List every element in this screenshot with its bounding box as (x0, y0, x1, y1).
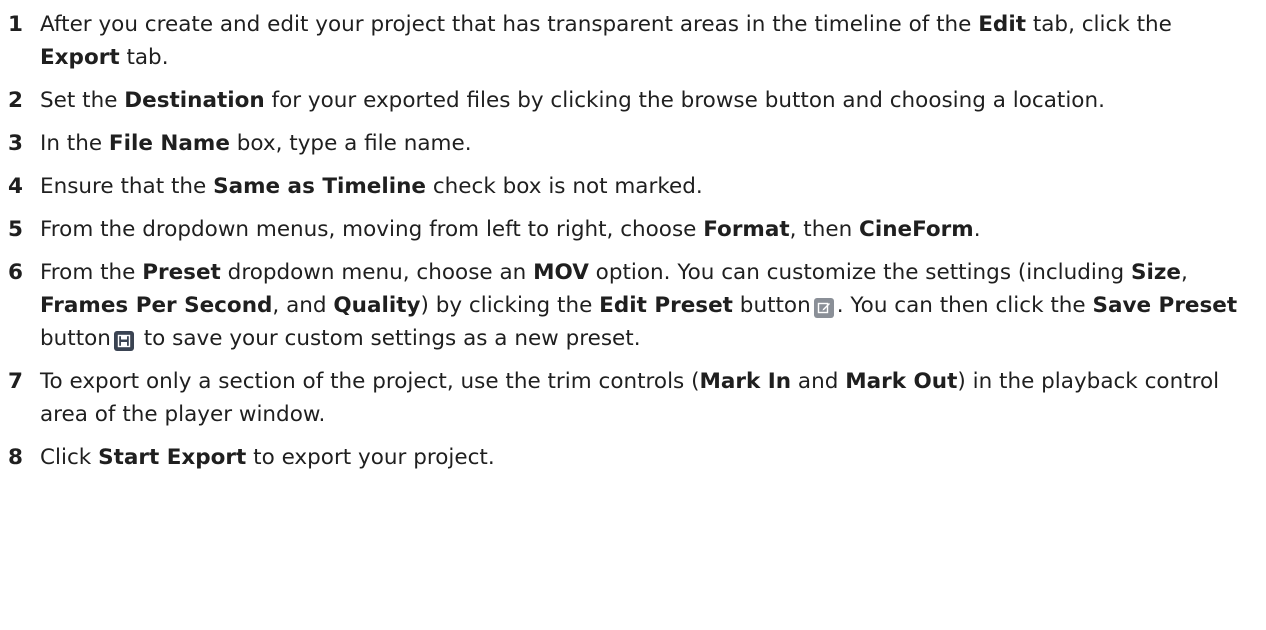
step-number: 7 (8, 369, 23, 394)
ui-term-save-preset: Save Preset (1092, 293, 1238, 318)
step-1: 1 After you create and edit your project… (8, 8, 1258, 74)
step-number: 6 (8, 260, 23, 285)
text-run: tab. (119, 45, 169, 70)
text-run: and (791, 369, 846, 394)
step-number: 1 (8, 12, 23, 37)
text-run: From the (40, 260, 143, 285)
step-number: 3 (8, 131, 23, 156)
step-3: 3 In the File Name box, type a file name… (8, 127, 1258, 160)
step-number: 2 (8, 88, 23, 113)
ui-term-same-as-timeline: Same as Timeline (213, 174, 426, 199)
text-run: button (732, 293, 811, 318)
instruction-steps: 1 After you create and edit your project… (0, 0, 1258, 474)
step-number: 8 (8, 445, 23, 470)
text-run: dropdown menu, choose an (220, 260, 534, 285)
text-run: , then (789, 217, 860, 242)
ui-term-file-name: File Name (108, 131, 230, 156)
ui-term-mov: MOV (533, 260, 589, 285)
ui-term-mark-out: Mark Out (845, 369, 958, 394)
text-run: to export your project. (246, 445, 495, 470)
text-run: Click (40, 445, 99, 470)
text-run: check box is not marked. (426, 174, 703, 199)
text-run: Set the (40, 88, 125, 113)
ui-term-frames-per-second: Frames Per Second (40, 293, 273, 318)
text-run: option. You can customize the settings (… (588, 260, 1131, 285)
step-6: 6 From the Preset dropdown menu, choose … (8, 256, 1258, 355)
ui-term-mark-in: Mark In (699, 369, 792, 394)
text-run: . You can then click the (836, 293, 1093, 318)
text-run: To export only a section of the project,… (40, 369, 700, 394)
edit-icon (813, 298, 834, 318)
ui-term-export: Export (40, 45, 120, 70)
step-text: From the dropdown menus, moving from lef… (40, 213, 1258, 246)
text-run: From the dropdown menus, moving from lef… (40, 217, 704, 242)
text-run: for your exported files by clicking the … (264, 88, 1105, 113)
text-run: After you create and edit your project t… (40, 12, 979, 37)
text-run: box, type a file name. (229, 131, 472, 156)
ui-term-destination: Destination (124, 88, 265, 113)
step-text: To export only a section of the project,… (40, 365, 1258, 431)
step-number: 4 (8, 174, 23, 199)
step-4: 4 Ensure that the Same as Timeline check… (8, 170, 1258, 203)
step-text: Ensure that the Same as Timeline check b… (40, 170, 1258, 203)
step-text: Set the Destination for your exported fi… (40, 84, 1258, 117)
ui-term-quality: Quality (333, 293, 421, 318)
step-text: Click Start Export to export your projec… (40, 441, 1258, 474)
text-run: ) by clicking the (420, 293, 600, 318)
step-text: From the Preset dropdown menu, choose an… (40, 256, 1258, 355)
ui-term-size: Size (1131, 260, 1181, 285)
ui-term-cineform: CineForm (859, 217, 974, 242)
step-2: 2 Set the Destination for your exported … (8, 84, 1258, 117)
text-run: button (40, 326, 111, 351)
text-run: , and (272, 293, 334, 318)
text-run: tab, click the (1025, 12, 1172, 37)
text-run: . (973, 217, 981, 242)
ui-term-edit-preset: Edit Preset (599, 293, 733, 318)
ui-term-format: Format (703, 217, 790, 242)
text-run: , (1180, 260, 1188, 285)
step-8: 8 Click Start Export to export your proj… (8, 441, 1258, 474)
text-run: Ensure that the (40, 174, 214, 199)
text-run: to save your custom settings as a new pr… (136, 326, 641, 351)
ui-term-start-export: Start Export (98, 445, 247, 470)
step-text: After you create and edit your project t… (40, 8, 1258, 74)
text-run: In the (40, 131, 109, 156)
step-7: 7 To export only a section of the projec… (8, 365, 1258, 431)
step-text: In the File Name box, type a file name. (40, 127, 1258, 160)
save-icon (113, 331, 134, 351)
ui-term-preset: Preset (142, 260, 221, 285)
ui-term-edit: Edit (978, 12, 1026, 37)
step-5: 5 From the dropdown menus, moving from l… (8, 213, 1258, 246)
step-number: 5 (8, 217, 23, 242)
